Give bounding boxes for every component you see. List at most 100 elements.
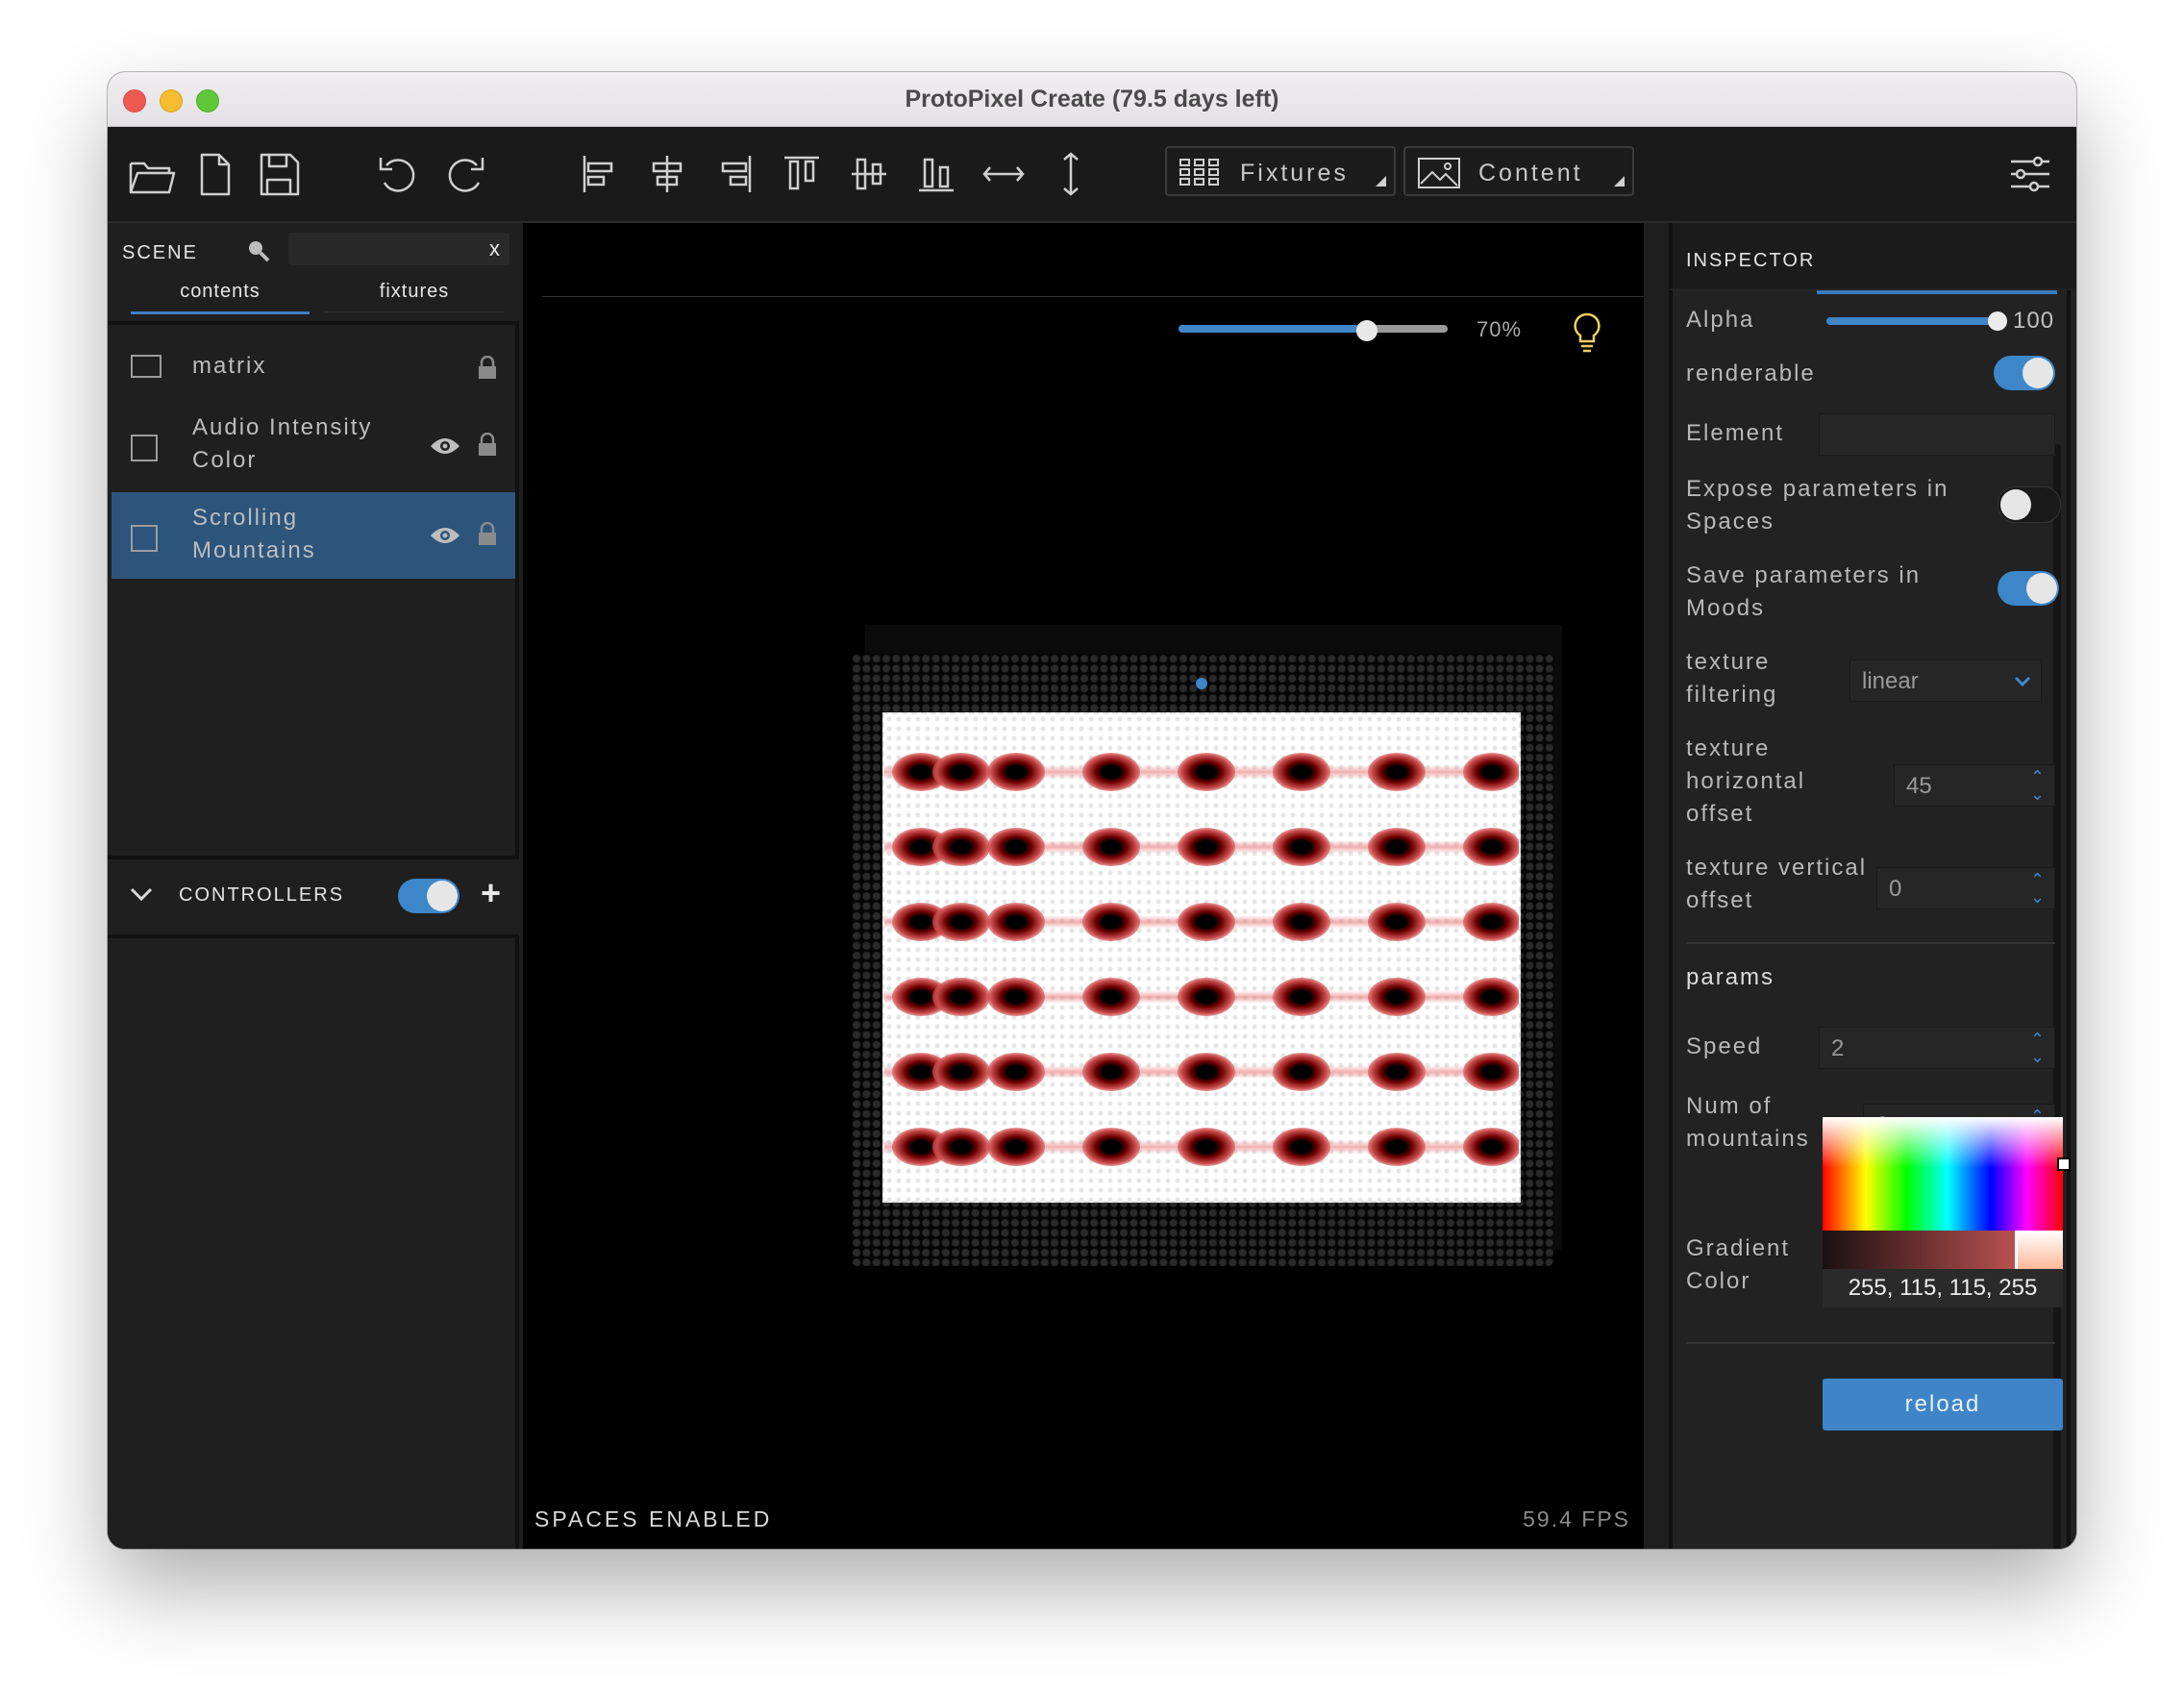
- chevron-down-icon[interactable]: [129, 884, 154, 908]
- mountain-peak: [987, 828, 1045, 866]
- mountain-peak: [987, 753, 1045, 791]
- add-controller-button[interactable]: +: [481, 873, 501, 913]
- num-of-mountains-label: Num of mountains: [1686, 1093, 1810, 1152]
- mountain-peak: [932, 753, 990, 791]
- redo-icon[interactable]: [438, 150, 488, 198]
- divider: [1686, 1342, 2055, 1344]
- mountain-peak: [1082, 1053, 1140, 1091]
- viewport-divider: [542, 296, 1644, 297]
- align-center-vertical-icon[interactable]: [844, 150, 894, 198]
- save-parameters-toggle[interactable]: [1998, 571, 2059, 606]
- alpha-slider-thumb[interactable]: [1988, 311, 2007, 331]
- expose-parameters-toggle[interactable]: [1998, 486, 2061, 523]
- params-section-label: params: [1686, 964, 1775, 990]
- list-item-scrolling-mountains[interactable]: Scrolling Mountains: [112, 492, 515, 579]
- toggle-knob: [2000, 489, 2031, 520]
- fps-counter: 59.4 FPS: [1523, 1506, 1630, 1531]
- save-parameters-label: Save parameters in Moods: [1686, 562, 1922, 621]
- mountain-peak: [1368, 828, 1426, 866]
- mountain-peak: [1082, 828, 1140, 866]
- controllers-list: [108, 934, 519, 1549]
- lock-icon[interactable]: [477, 432, 498, 462]
- eye-icon[interactable]: [429, 435, 461, 462]
- element-field[interactable]: [1819, 413, 2055, 456]
- align-right-icon[interactable]: [709, 150, 759, 198]
- list-item-audio-intensity-color[interactable]: Audio Intensity Color: [112, 402, 515, 490]
- align-center-horizontal-icon[interactable]: [642, 150, 692, 198]
- stepper-icon[interactable]: ⌃⌄: [2030, 1031, 2045, 1065]
- texture-vertical-offset-input[interactable]: 0 ⌃ ⌄: [1876, 867, 2055, 909]
- mountain-peak: [1178, 1053, 1235, 1091]
- color-picker-spectrum[interactable]: [1823, 1117, 2063, 1231]
- controllers-toggle[interactable]: [398, 879, 459, 913]
- stepper-icon[interactable]: ⌃⌄: [2030, 871, 2045, 906]
- reload-button[interactable]: reload: [1823, 1379, 2063, 1431]
- content-dropdown[interactable]: Content: [1403, 146, 1634, 196]
- mountain-peak: [1082, 903, 1140, 941]
- distribute-vertical-icon[interactable]: [1046, 150, 1096, 198]
- texture-vertical-offset-label: texture vertical offset: [1686, 855, 1868, 913]
- mountain-peak: [1463, 903, 1519, 941]
- stepper-icon[interactable]: ⌃⌄: [2030, 768, 2045, 803]
- texture-horizontal-offset-input[interactable]: 45 ⌃ ⌄: [1894, 764, 2055, 807]
- mountain-peak: [932, 903, 990, 941]
- mountain-peak: [987, 903, 1045, 941]
- scene-search-input[interactable]: x: [288, 233, 509, 265]
- new-file-icon[interactable]: [190, 150, 240, 198]
- fixtures-dropdown[interactable]: Fixtures: [1165, 146, 1396, 196]
- distribute-horizontal-icon[interactable]: [979, 150, 1029, 198]
- align-bottom-icon[interactable]: [911, 150, 961, 198]
- alpha-label: Alpha: [1686, 307, 1755, 333]
- texture-filtering-select[interactable]: linear: [1849, 659, 2042, 702]
- content-anchor-handle[interactable]: [1196, 678, 1207, 689]
- renderable-toggle[interactable]: [1994, 356, 2055, 390]
- toggle-knob: [2023, 358, 2053, 388]
- alpha-slider[interactable]: [1826, 317, 1998, 325]
- tab-contents[interactable]: contents: [131, 281, 310, 314]
- list-item-matrix[interactable]: matrix: [112, 338, 515, 396]
- mountain-peak: [1368, 753, 1426, 791]
- checkbox[interactable]: [131, 435, 158, 461]
- gradient-color-value: 255, 115, 115, 255: [1823, 1269, 2063, 1307]
- inspector-header: INSPECTOR: [1669, 223, 2076, 288]
- mountain-peak: [932, 828, 990, 866]
- search-clear-button[interactable]: x: [489, 236, 500, 261]
- zoom-slider[interactable]: [1179, 325, 1448, 333]
- zoom-slider-thumb[interactable]: [1356, 320, 1377, 341]
- lock-icon[interactable]: [477, 355, 498, 386]
- window-title: ProtoPixel Create (79.5 days left): [905, 86, 1279, 112]
- title-bar: ProtoPixel Create (79.5 days left): [108, 72, 2076, 127]
- eye-icon[interactable]: [429, 524, 461, 552]
- scrolling-mountains-content[interactable]: [882, 712, 1521, 1203]
- image-icon: [1417, 157, 1461, 196]
- mountain-peak: [932, 1128, 990, 1166]
- mountain-peak: [1273, 1053, 1330, 1091]
- mountain-peak: [1368, 1128, 1426, 1166]
- lightbulb-icon[interactable]: [1573, 311, 1601, 359]
- tab-fixtures[interactable]: fixtures: [325, 281, 504, 312]
- mountain-peak: [1082, 1128, 1140, 1166]
- color-picker-marker[interactable]: [2057, 1157, 2071, 1171]
- canvas-viewport[interactable]: 70% SPACES ENABLED 59.4 FPS: [523, 223, 1644, 1549]
- open-folder-icon[interactable]: [127, 150, 177, 198]
- save-icon[interactable]: [254, 150, 304, 198]
- settings-sliders-icon[interactable]: [2005, 150, 2055, 198]
- list-item-label: Scrolling Mountains: [192, 505, 316, 563]
- align-left-icon[interactable]: [575, 150, 625, 198]
- speed-value: 2: [1831, 1035, 1845, 1061]
- mountain-peak: [932, 978, 990, 1016]
- undo-icon[interactable]: [375, 150, 425, 198]
- gradient-color-label: Gradient Color: [1686, 1235, 1791, 1294]
- lock-icon[interactable]: [477, 521, 498, 552]
- search-icon: [244, 236, 273, 270]
- texture-filtering-value: linear: [1862, 668, 1919, 694]
- speed-input[interactable]: 2 ⌃ ⌄: [1819, 1027, 2055, 1069]
- mountain-peak: [1273, 753, 1330, 791]
- checkbox[interactable]: [131, 525, 158, 552]
- app-window: ProtoPixel Create (79.5 days left) Fixtu…: [108, 72, 2076, 1549]
- zoom-slider-fill: [1179, 325, 1367, 333]
- scene-list: matrix Audio Intensity Color Scrolling M…: [108, 321, 519, 859]
- texture-vertical-offset-value: 0: [1889, 876, 1902, 902]
- mountain-peak: [1273, 828, 1330, 866]
- align-top-icon[interactable]: [777, 150, 827, 198]
